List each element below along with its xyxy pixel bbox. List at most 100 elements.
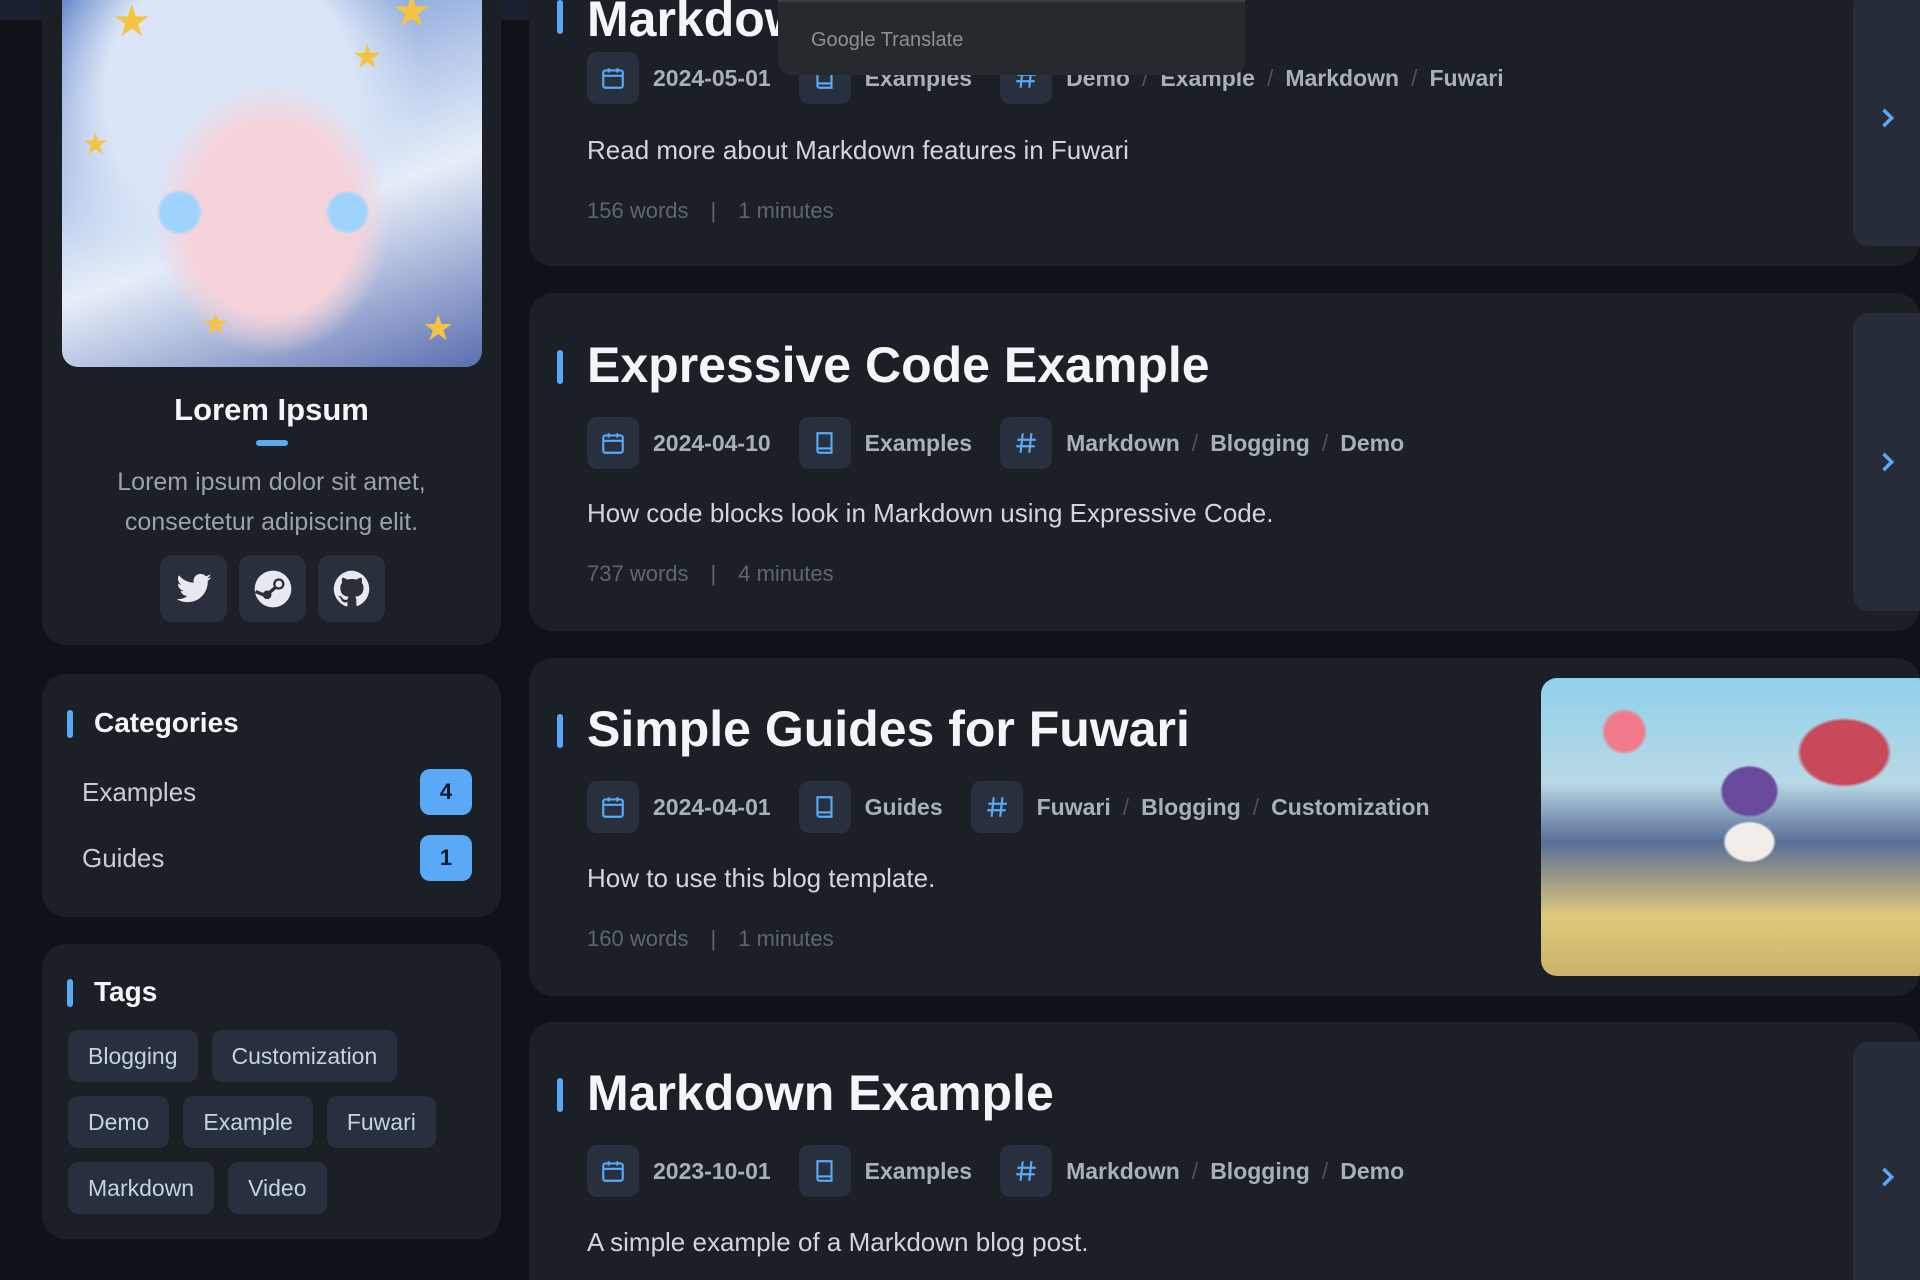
category-item-guides[interactable]: Guides 1 <box>82 834 472 882</box>
profile-card: ★ ★ ★ ★ ★ ★ Lorem Ipsum Lorem ipsum dolo… <box>42 0 501 645</box>
post-category[interactable]: Examples <box>865 1158 972 1185</box>
tag-separator: / <box>1266 64 1274 91</box>
title-accent-bar <box>557 714 563 748</box>
post-category[interactable]: Examples <box>865 430 972 457</box>
profile-bio: Lorem ipsum dolor sit amet, consectetur … <box>117 468 426 536</box>
categories-card: Categories Examples 4 Guides 1 <box>42 674 501 917</box>
post-title[interactable]: Markdown Example <box>587 1064 1054 1122</box>
tags-card: Tags Blogging Customization Demo Example… <box>42 944 501 1239</box>
post-tag[interactable]: Demo <box>1340 1158 1404 1185</box>
tag-video[interactable]: Video <box>228 1162 327 1214</box>
word-count: 156 words <box>587 198 689 223</box>
enter-post-button[interactable] <box>1853 313 1920 611</box>
star-icon: ★ <box>392 0 432 36</box>
tag-separator: / <box>1191 429 1199 456</box>
post-description: How to use this blog template. <box>587 863 936 893</box>
post-date: 2024-04-01 <box>653 793 771 820</box>
post-stats: 737 words | 4 minutes <box>587 561 834 587</box>
category-count-badge: 4 <box>420 769 472 815</box>
title-accent-bar <box>557 1078 563 1112</box>
hash-icon <box>1000 417 1053 469</box>
book-icon <box>798 1145 851 1197</box>
post-card[interactable]: Simple Guides for Fuwari 2024-04-01 Guid… <box>529 658 1920 996</box>
chevron-right-icon <box>1881 1167 1894 1187</box>
section-accent-bar <box>67 710 73 738</box>
star-icon: ★ <box>202 308 229 341</box>
post-card[interactable]: Expressive Code Example 2024-04-10 Examp… <box>529 293 1920 631</box>
tag-customization[interactable]: Customization <box>211 1030 398 1082</box>
twitter-icon <box>176 573 211 602</box>
post-tag[interactable]: Demo <box>1340 430 1404 457</box>
github-button[interactable] <box>318 555 385 622</box>
profile-name: Lorem Ipsum <box>174 392 369 427</box>
calendar-icon <box>587 417 639 469</box>
read-time: 1 minutes <box>738 926 834 951</box>
tag-separator: / <box>1321 429 1329 456</box>
post-tag[interactable]: Fuwari <box>1037 794 1111 821</box>
post-tag[interactable]: Fuwari <box>1429 65 1503 92</box>
post-tag[interactable]: Blogging <box>1210 1158 1310 1185</box>
name-underline <box>256 440 288 446</box>
post-tag[interactable]: Markdown <box>1066 430 1180 457</box>
calendar-icon <box>587 52 639 104</box>
tag-blogging[interactable]: Blogging <box>68 1030 198 1082</box>
tag-separator: / <box>1252 793 1260 820</box>
hash-icon <box>1000 1145 1053 1197</box>
post-title[interactable]: Expressive Code Example <box>587 336 1210 394</box>
post-title[interactable]: Markdow <box>587 0 804 48</box>
title-accent-bar <box>557 0 563 34</box>
category-item-examples[interactable]: Examples 4 <box>82 768 472 816</box>
post-date: 2023-10-01 <box>653 1157 771 1184</box>
read-time: 1 minutes <box>738 198 834 223</box>
post-tag[interactable]: Markdown <box>1285 65 1399 92</box>
post-title[interactable]: Simple Guides for Fuwari <box>587 700 1190 758</box>
tag-fuwari[interactable]: Fuwari <box>326 1096 436 1148</box>
google-translate-popup[interactable]: Google Translate <box>778 0 1245 75</box>
star-icon: ★ <box>352 38 383 76</box>
post-tag[interactable]: Customization <box>1271 794 1429 821</box>
google-translate-label: Google Translate <box>811 29 964 51</box>
calendar-icon <box>587 781 639 833</box>
post-category[interactable]: Guides <box>865 794 943 821</box>
post-stats: 156 words | 1 minutes <box>587 198 834 224</box>
enter-post-button[interactable] <box>1853 1042 1920 1280</box>
enter-post-button[interactable] <box>1853 0 1920 246</box>
tag-example[interactable]: Example <box>183 1096 313 1148</box>
twitter-button[interactable] <box>160 555 227 622</box>
steam-button[interactable] <box>239 555 306 622</box>
social-links <box>160 555 385 622</box>
post-tag[interactable]: Blogging <box>1210 430 1310 457</box>
post-date: 2024-04-10 <box>653 429 771 456</box>
post-meta: 2023-10-01 Examples Markdown / Blogging … <box>587 1145 1404 1197</box>
tags-title: Tags <box>94 976 158 1007</box>
post-description: Read more about Markdown features in Fuw… <box>587 135 1129 165</box>
post-description: A simple example of a Markdown blog post… <box>587 1227 1089 1257</box>
tag-demo[interactable]: Demo <box>68 1096 170 1148</box>
post-tag[interactable]: Blogging <box>1141 794 1241 821</box>
star-icon: ★ <box>112 0 152 46</box>
post-description: How code blocks look in Markdown using E… <box>587 498 1274 528</box>
tag-separator: / <box>1411 64 1418 91</box>
star-icon: ★ <box>82 128 109 161</box>
post-meta: 2024-04-01 Guides Fuwari / Blogging / Cu… <box>587 781 1430 833</box>
star-icon: ★ <box>422 307 455 348</box>
post-cover-image[interactable] <box>1541 678 1920 976</box>
tag-markdown[interactable]: Markdown <box>68 1162 215 1214</box>
title-accent-bar <box>557 350 563 384</box>
post-card[interactable]: Markdown Example 2023-10-01 Examples Mar… <box>529 1022 1920 1280</box>
avatar[interactable]: ★ ★ ★ ★ ★ ★ <box>62 0 482 367</box>
categories-title: Categories <box>94 707 239 738</box>
section-accent-bar <box>67 979 73 1007</box>
hash-icon <box>970 781 1023 833</box>
chevron-right-icon <box>1881 452 1894 472</box>
category-label: Guides <box>82 842 165 873</box>
chevron-right-icon <box>1881 108 1894 128</box>
category-label: Examples <box>82 776 197 807</box>
word-count: 160 words <box>587 926 689 951</box>
book-icon <box>798 417 851 469</box>
post-date: 2024-05-01 <box>653 64 771 91</box>
post-tag[interactable]: Markdown <box>1066 1158 1180 1185</box>
calendar-icon <box>587 1145 639 1197</box>
book-icon <box>798 781 851 833</box>
stats-separator: | <box>710 561 717 586</box>
